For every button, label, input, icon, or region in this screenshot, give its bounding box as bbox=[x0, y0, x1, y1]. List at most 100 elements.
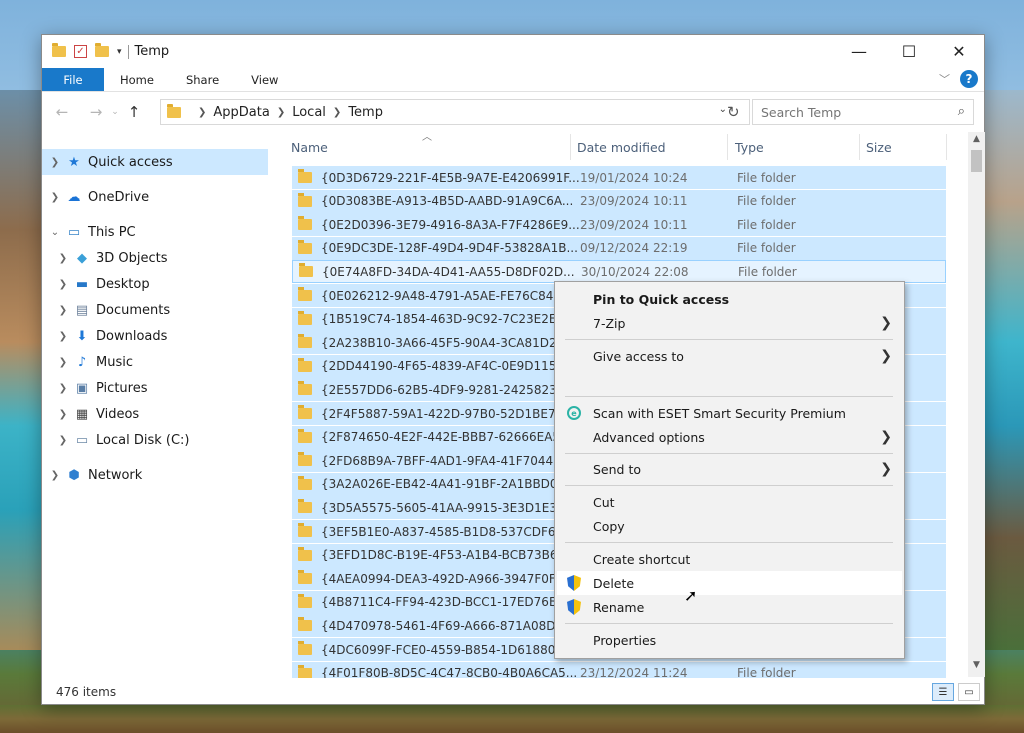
menu-item-properties[interactable]: Properties bbox=[557, 628, 902, 652]
menu-item-copy[interactable]: Copy bbox=[557, 514, 902, 538]
expand-arrow-icon[interactable]: ❯ bbox=[48, 192, 62, 203]
details-view-icon[interactable]: ☰ bbox=[932, 683, 954, 701]
menu-item-rename[interactable]: Rename bbox=[557, 595, 902, 619]
nav-item-downloads[interactable]: ❯ ⬇ Downloads bbox=[56, 323, 282, 349]
menu-separator bbox=[565, 485, 893, 486]
breadcrumb-temp[interactable]: Temp bbox=[348, 105, 383, 120]
breadcrumb-separator-icon[interactable]: ❯ bbox=[333, 107, 341, 118]
maximize-button[interactable]: ☐ bbox=[884, 35, 934, 68]
file-row[interactable]: {4F01F80B-8D5C-4C47-8CB0-4B0A6CA5... 23/1… bbox=[292, 661, 946, 678]
breadcrumb-separator-icon[interactable]: ❯ bbox=[198, 107, 206, 118]
recent-locations-icon[interactable]: ⌄ bbox=[108, 107, 122, 117]
expand-arrow-icon[interactable]: ❯ bbox=[56, 383, 70, 394]
new-folder-icon[interactable] bbox=[95, 43, 109, 57]
tab-file[interactable]: File bbox=[42, 68, 104, 91]
expand-arrow-icon[interactable]: ❯ bbox=[56, 305, 70, 316]
scroll-up-icon[interactable]: ▲ bbox=[968, 134, 985, 144]
nav-item-local-disk[interactable]: ❯ ▭ Local Disk (C:) bbox=[56, 427, 282, 453]
folder-icon bbox=[298, 216, 312, 231]
menu-item-create-shortcut[interactable]: Create shortcut bbox=[557, 547, 902, 571]
expand-arrow-icon[interactable]: ❯ bbox=[56, 279, 70, 290]
tab-view[interactable]: View bbox=[235, 68, 294, 91]
column-divider[interactable] bbox=[727, 134, 728, 160]
help-icon[interactable]: ? bbox=[960, 70, 978, 88]
menu-item-send-to[interactable]: Send to ❯ bbox=[557, 457, 902, 481]
expand-arrow-icon[interactable]: ❯ bbox=[56, 253, 70, 264]
breadcrumb-local[interactable]: Local bbox=[292, 105, 326, 120]
up-arrow-icon[interactable]: ↑ bbox=[122, 103, 146, 121]
file-row[interactable]: {0E9DC3DE-128F-49D4-9D4F-53828A1B... 09/1… bbox=[292, 236, 946, 260]
window-title: Temp bbox=[134, 44, 170, 59]
expand-arrow-icon[interactable]: ❯ bbox=[56, 435, 70, 446]
menu-item-7zip[interactable]: 7-Zip ❯ bbox=[557, 311, 902, 335]
expand-arrow-icon[interactable]: ❯ bbox=[48, 470, 62, 481]
submenu-arrow-icon: ❯ bbox=[880, 429, 892, 445]
video-icon: ▦ bbox=[75, 406, 89, 422]
large-icons-view-icon[interactable]: ▭ bbox=[958, 683, 980, 701]
nav-item-quick-access[interactable]: ❯ ★ Quick access bbox=[42, 149, 268, 175]
breadcrumb-separator-icon[interactable]: ❯ bbox=[277, 107, 285, 118]
collapse-arrow-icon[interactable]: ⌄ bbox=[48, 227, 62, 238]
expand-arrow-icon[interactable]: ❯ bbox=[48, 157, 62, 168]
menu-item-give-access-to[interactable]: Give access to ❯ bbox=[557, 344, 902, 368]
nav-item-label: Documents bbox=[96, 302, 171, 318]
refresh-icon[interactable]: ↻ bbox=[727, 103, 740, 121]
nav-item-network[interactable]: ❯ ⬢ Network bbox=[42, 462, 268, 488]
file-row[interactable]: {0E2D0396-3E79-4916-8A3A-F7F4286E9... 23/… bbox=[292, 213, 946, 237]
nav-item-label: Quick access bbox=[88, 154, 173, 170]
column-header-name[interactable]: Name bbox=[291, 140, 328, 155]
nav-item-music[interactable]: ❯ ♪ Music bbox=[56, 349, 282, 375]
scroll-down-icon[interactable]: ▼ bbox=[968, 660, 985, 670]
quick-access-toolbar: ✓ ▾ bbox=[42, 43, 122, 58]
address-dropdown-icon[interactable]: ⌄ bbox=[719, 104, 727, 115]
search-input[interactable] bbox=[761, 104, 941, 120]
desktop-background-bottom bbox=[0, 705, 1024, 733]
tab-share[interactable]: Share bbox=[170, 68, 235, 91]
menu-item-scan-eset[interactable]: e Scan with ESET Smart Security Premium bbox=[557, 401, 902, 425]
nav-item-documents[interactable]: ❯ ▤ Documents bbox=[56, 297, 282, 323]
expand-arrow-icon[interactable]: ❯ bbox=[56, 357, 70, 368]
address-row: ← → ⌄ ↑ ❯ AppData ❯ Local ❯ Temp ⌄ ↻ ⌕ bbox=[42, 92, 984, 132]
nav-item-videos[interactable]: ❯ ▦ Videos bbox=[56, 401, 282, 427]
file-row[interactable]: {0D3D6729-221F-4E5B-9A7E-E4206991F... 19/… bbox=[292, 166, 946, 189]
column-divider[interactable] bbox=[859, 134, 860, 160]
menu-item-label: Rename bbox=[593, 599, 645, 615]
file-name: {0E9DC3DE-128F-49D4-9D4F-53828A1B... bbox=[321, 241, 578, 256]
ribbon-right-controls: ﹀ ? bbox=[939, 70, 978, 88]
nav-item-3d-objects[interactable]: ❯ ◆ 3D Objects bbox=[56, 245, 282, 271]
column-header-date[interactable]: Date modified bbox=[577, 140, 666, 155]
nav-item-this-pc[interactable]: ⌄ ▭ This PC bbox=[42, 219, 268, 245]
file-row[interactable]: {0D3083BE-A913-4B5D-AABD-91A9C6A... 23/09… bbox=[292, 189, 946, 213]
menu-item-advanced-options[interactable]: Advanced options ❯ bbox=[557, 425, 902, 449]
customize-toolbar-icon[interactable]: ▾ bbox=[117, 47, 122, 57]
tab-home[interactable]: Home bbox=[104, 68, 170, 91]
menu-item-cut[interactable]: Cut bbox=[557, 490, 902, 514]
breadcrumb-appdata[interactable]: AppData bbox=[213, 105, 269, 120]
forward-arrow-icon[interactable]: → bbox=[84, 103, 108, 121]
menu-item-pin-to-quick-access[interactable]: Pin to Quick access bbox=[557, 287, 902, 311]
column-header-size[interactable]: Size bbox=[866, 140, 892, 155]
expand-ribbon-icon[interactable]: ﹀ bbox=[939, 71, 950, 87]
properties-check-icon[interactable]: ✓ bbox=[74, 45, 87, 58]
menu-item-delete[interactable]: Delete bbox=[557, 571, 902, 595]
close-button[interactable]: ✕ bbox=[934, 35, 984, 68]
nav-item-desktop[interactable]: ❯ ▬ Desktop bbox=[56, 271, 282, 297]
column-header-type[interactable]: Type bbox=[735, 140, 764, 155]
search-box[interactable]: ⌕ bbox=[752, 99, 974, 125]
back-arrow-icon[interactable]: ← bbox=[50, 103, 74, 121]
search-icon[interactable]: ⌕ bbox=[958, 104, 965, 119]
nav-item-pictures[interactable]: ❯ ▣ Pictures bbox=[56, 375, 282, 401]
minimize-button[interactable]: — bbox=[834, 35, 884, 68]
vertical-scrollbar[interactable]: ▲ ▼ bbox=[968, 132, 985, 677]
file-type: File folder bbox=[737, 241, 796, 256]
file-name: {3EF5B1E0-A837-4585-B1D8-537CDF652... bbox=[321, 524, 579, 539]
expand-arrow-icon[interactable]: ❯ bbox=[56, 409, 70, 420]
column-divider[interactable] bbox=[570, 134, 571, 160]
expand-arrow-icon[interactable]: ❯ bbox=[56, 331, 70, 342]
column-divider[interactable] bbox=[946, 134, 947, 160]
network-icon: ⬢ bbox=[68, 467, 80, 483]
address-bar[interactable]: ❯ AppData ❯ Local ❯ Temp ⌄ bbox=[160, 99, 750, 125]
file-row[interactable]: {0E74A8FD-34DA-4D41-AA55-D8DF02D... 30/10… bbox=[292, 260, 946, 284]
nav-item-onedrive[interactable]: ❯ ☁ OneDrive bbox=[42, 184, 268, 210]
scrollbar-thumb[interactable] bbox=[971, 150, 982, 172]
